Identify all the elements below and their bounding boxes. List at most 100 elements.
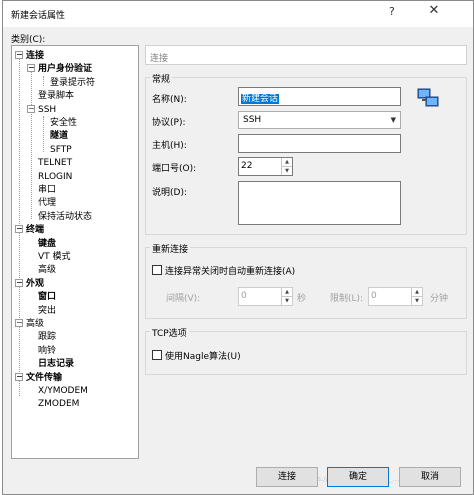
- interval-spin-buttons[interactable]: ▲ ▼: [281, 288, 292, 305]
- tree-item[interactable]: VT 模式: [38, 251, 71, 264]
- port-value: 22: [241, 161, 253, 171]
- tree-item[interactable]: − 文件传输: [15, 372, 62, 385]
- tree-item-label: 日志记录: [38, 359, 75, 370]
- tree-item[interactable]: 高级: [38, 264, 56, 277]
- interval-value: 0: [241, 291, 247, 301]
- tree-item[interactable]: 键盘: [38, 238, 56, 251]
- tree-item-label: VT 模式: [38, 252, 71, 262]
- collapse-icon[interactable]: −: [15, 372, 23, 381]
- tree-item-label: SFTP: [50, 144, 72, 155]
- auto-reconnect-label: 连接异常关闭时自动重新连接(A): [165, 267, 296, 277]
- tree-item[interactable]: RLOGIN: [38, 171, 72, 184]
- name-label: 名称(N):: [152, 95, 187, 105]
- tree-item-label: 登录提示符: [50, 77, 96, 88]
- tree-item[interactable]: 安全性: [50, 117, 77, 130]
- close-icon[interactable]: ✕: [421, 3, 447, 23]
- tree-item[interactable]: ZMODEM: [38, 398, 79, 411]
- protocol-value: SSH: [243, 115, 262, 125]
- interval-unit: 秒: [297, 294, 307, 304]
- tree-item-label: X/YMODEM: [38, 386, 88, 396]
- connect-button[interactable]: 连接: [256, 467, 318, 487]
- port-label: 端口号(O):: [152, 164, 197, 174]
- tree-item[interactable]: − 连接: [15, 50, 44, 63]
- reconnect-group-title: 重新连接: [150, 242, 191, 255]
- spin-down-icon[interactable]: ▼: [282, 297, 292, 306]
- tree-item[interactable]: 登录提示符: [50, 77, 95, 90]
- tree-item-label: RLOGIN: [38, 171, 73, 182]
- tree-item[interactable]: 日志记录: [38, 358, 74, 371]
- cancel-button[interactable]: 取消: [399, 467, 461, 487]
- nagle-label: 使用Nagle算法(U): [165, 352, 241, 362]
- tree-item-label: 高级: [38, 265, 57, 276]
- tree-item[interactable]: 隧道: [50, 130, 68, 143]
- port-spin-buttons[interactable]: ▲ ▼: [281, 158, 292, 175]
- collapse-icon[interactable]: −: [27, 64, 35, 73]
- description-label: 说明(D):: [152, 188, 187, 198]
- tree-item-label: TELNET: [38, 158, 73, 169]
- tree-item[interactable]: TELNET: [38, 157, 72, 170]
- tree-item-label: SSH: [38, 104, 57, 115]
- tree-item[interactable]: − SSH: [27, 104, 56, 117]
- description-textarea[interactable]: [238, 181, 401, 225]
- tcp-group: TCP选项 使用Nagle算法(U): [145, 326, 467, 375]
- category-tree[interactable]: − 连接 − 用户身份验证 登录提示符 登录脚本 − SSH 安全性 隧道 SFTP TELNET RL…: [11, 45, 139, 459]
- tree-item-label: 文件传输: [26, 372, 63, 383]
- tree-item[interactable]: 代理: [38, 197, 56, 210]
- tree-item-label: 跟踪: [38, 332, 57, 343]
- spin-up-icon[interactable]: ▲: [282, 288, 292, 297]
- protocol-label: 协议(P):: [152, 118, 186, 128]
- tree-item[interactable]: − 用户身份验证: [27, 63, 92, 76]
- port-stepper[interactable]: 22 ▲ ▼: [238, 157, 293, 176]
- tree-item-label: 突出: [38, 305, 57, 316]
- chevron-down-icon: ▼: [390, 116, 396, 124]
- ok-button[interactable]: 确定: [327, 467, 389, 487]
- tree-item[interactable]: 保持活动状态: [38, 211, 92, 224]
- tree-item[interactable]: − 外观: [15, 278, 44, 291]
- spin-up-icon[interactable]: ▲: [282, 158, 292, 167]
- tree-item[interactable]: X/YMODEM: [38, 385, 88, 398]
- tree-item[interactable]: 登录脚本: [38, 90, 74, 103]
- limit-stepper[interactable]: 0 ▲ ▼: [368, 287, 423, 306]
- general-group-title: 常规: [150, 72, 173, 85]
- tree-item[interactable]: − 高级: [15, 318, 44, 331]
- collapse-icon[interactable]: −: [15, 319, 23, 327]
- host-input[interactable]: [238, 134, 401, 153]
- spin-up-icon[interactable]: ▲: [412, 288, 422, 297]
- reconnect-group: 重新连接 连接异常关闭时自动重新连接(A) 间隔(V): 0 ▲ ▼ 秒 限制(L…: [145, 242, 467, 319]
- session-icon: [416, 86, 440, 110]
- tree-item[interactable]: − 终端: [15, 224, 44, 237]
- tree-item[interactable]: 串口: [38, 184, 56, 197]
- window-title: 新建会话属性: [11, 11, 66, 21]
- collapse-icon[interactable]: −: [15, 51, 23, 59]
- collapse-icon[interactable]: −: [15, 225, 23, 234]
- spin-down-icon[interactable]: ▼: [412, 297, 422, 306]
- tree-item-label: 用户身份验证: [38, 64, 93, 75]
- limit-unit: 分钟: [430, 294, 449, 304]
- title-bar: 新建会话属性 ? ✕: [3, 1, 473, 27]
- tree-item[interactable]: 窗口: [38, 291, 56, 304]
- tree-item-label: ZMODEM: [38, 399, 80, 410]
- tcp-group-title: TCP选项: [150, 326, 189, 339]
- tree-item[interactable]: 响铃: [38, 345, 56, 358]
- name-input[interactable]: 新建会话: [238, 87, 401, 106]
- spin-down-icon[interactable]: ▼: [282, 167, 292, 176]
- tree-item-label: 代理: [38, 198, 57, 209]
- tree-item[interactable]: SFTP: [50, 144, 72, 157]
- limit-value: 0: [371, 291, 377, 301]
- tree-item[interactable]: 突出: [38, 305, 56, 318]
- limit-spin-buttons[interactable]: ▲ ▼: [411, 288, 422, 305]
- name-input-value: 新建会话: [241, 94, 280, 104]
- general-group: 常规 名称(N): 新建会话 协议(P): SSH ▼ 主机(H): 端口号(O…: [145, 72, 467, 235]
- protocol-select[interactable]: SSH ▼: [238, 111, 401, 129]
- help-icon[interactable]: ?: [389, 5, 395, 18]
- tree-item-label: 安全性: [50, 118, 78, 128]
- auto-reconnect-checkbox[interactable]: [152, 265, 162, 275]
- nagle-checkbox[interactable]: [152, 350, 162, 360]
- collapse-icon[interactable]: −: [27, 104, 35, 113]
- tree-item-label: 高级: [26, 319, 45, 329]
- interval-stepper[interactable]: 0 ▲ ▼: [238, 287, 293, 306]
- tree-item[interactable]: 跟踪: [38, 331, 56, 344]
- tree-item-label: 键盘: [38, 238, 57, 249]
- tree-item-label: 外观: [26, 278, 45, 289]
- collapse-icon[interactable]: −: [15, 278, 23, 287]
